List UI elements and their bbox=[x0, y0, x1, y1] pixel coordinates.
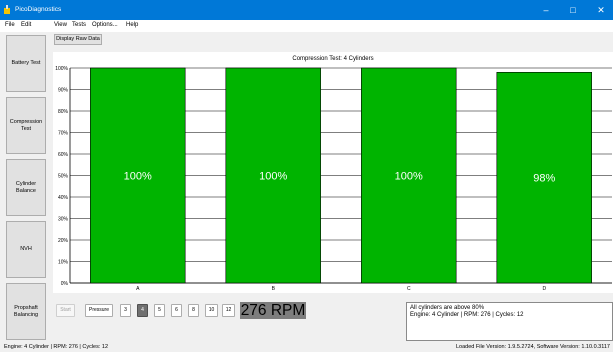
y-tick-label: 10% bbox=[58, 260, 69, 266]
cycle-button-6[interactable]: 6 bbox=[171, 304, 182, 317]
minimize-button[interactable]: – bbox=[536, 3, 556, 17]
compression-chart: Compression Test: 4 Cylinders 0% 10% 20% 30… bbox=[53, 52, 613, 293]
bar-value-label: 100% bbox=[395, 171, 423, 183]
cycle-button-3[interactable]: 3 bbox=[120, 304, 131, 317]
y-tick-label: 20% bbox=[58, 238, 69, 244]
bar-value-label: 100% bbox=[259, 171, 287, 183]
start-button[interactable]: Start bbox=[56, 304, 75, 317]
menu-help[interactable]: Help bbox=[126, 22, 138, 28]
bar-value-label: 100% bbox=[124, 171, 152, 183]
cycle-button-10[interactable]: 10 bbox=[205, 304, 218, 317]
app-icon bbox=[4, 5, 10, 14]
x-tick-label: C bbox=[407, 286, 411, 292]
cycle-button-5[interactable]: 5 bbox=[154, 304, 165, 317]
sidebar-item-compression-test[interactable]: Compression Test bbox=[6, 97, 46, 154]
y-tick-label: 80% bbox=[58, 109, 69, 115]
y-tick-label: 60% bbox=[58, 152, 69, 158]
menu-view[interactable]: View bbox=[54, 22, 67, 28]
menu-tests[interactable]: Tests bbox=[72, 22, 86, 28]
x-tick-label: A bbox=[136, 286, 140, 292]
result-message-line2: Engine: 4 Cylinder | RPM: 276 | Cycles: … bbox=[410, 312, 524, 318]
y-tick-label: 100% bbox=[55, 66, 68, 72]
y-tick-label: 40% bbox=[58, 195, 69, 201]
cycle-button-8[interactable]: 8 bbox=[188, 304, 199, 317]
maximize-button[interactable]: □ bbox=[563, 3, 583, 17]
sidebar-item-propshaft-balancing[interactable]: Propshaft Balancing bbox=[6, 283, 46, 340]
result-message-line1: All cylinders are above 80% bbox=[410, 305, 485, 311]
cycle-button-12[interactable]: 12 bbox=[222, 304, 235, 317]
menu-file[interactable]: File bbox=[5, 22, 15, 28]
sidebar-item-battery-test[interactable]: Battery Test bbox=[6, 35, 46, 92]
x-tick-label: B bbox=[272, 286, 276, 292]
result-message-box: All cylinders are above 80% Engine: 4 Cy… bbox=[406, 302, 613, 341]
menu-bar: File Edit View Tests Options... Help bbox=[0, 20, 613, 32]
menu-options[interactable]: Options... bbox=[92, 22, 118, 28]
cycle-button-4[interactable]: 4 bbox=[137, 304, 148, 317]
status-bar: Engine: 4 Cylinder | RPM: 276 | Cycles: … bbox=[0, 341, 613, 352]
window-title: PicoDiagnostics bbox=[15, 6, 62, 13]
x-tick-label: D bbox=[542, 286, 546, 292]
bar-value-label: 98% bbox=[533, 173, 555, 185]
y-tick-label: 0% bbox=[61, 281, 69, 287]
chart-svg: 0% 10% 20% 30% 40% 50% 60% 70% 80% 90% 100% 100% A 10… bbox=[55, 66, 612, 292]
pressure-button[interactable]: Pressure bbox=[85, 304, 113, 317]
sidebar-item-cylinder-balance[interactable]: Cylinder Balance bbox=[6, 159, 46, 216]
status-engine-info: Engine: 4 Cylinder | RPM: 276 | Cycles: … bbox=[4, 344, 109, 350]
menu-edit[interactable]: Edit bbox=[21, 22, 31, 28]
y-tick-label: 70% bbox=[58, 131, 69, 137]
display-raw-data-button[interactable]: Display Raw Data bbox=[54, 34, 102, 45]
title-bar: PicoDiagnostics – □ ✕ bbox=[0, 0, 613, 20]
close-button[interactable]: ✕ bbox=[591, 3, 611, 17]
rpm-display: 276 RPM bbox=[240, 302, 306, 319]
sidebar-item-nvh[interactable]: NVH bbox=[6, 221, 46, 278]
y-tick-label: 50% bbox=[58, 174, 69, 180]
y-tick-label: 90% bbox=[58, 88, 69, 94]
status-version-info: Loaded File Version: 1.9.5.2724, Softwar… bbox=[455, 344, 610, 350]
y-tick-label: 30% bbox=[58, 217, 69, 223]
